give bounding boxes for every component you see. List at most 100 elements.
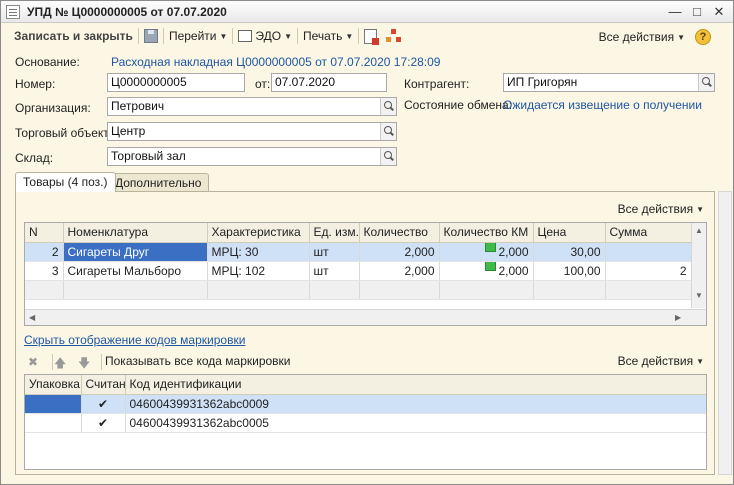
maximize-button[interactable]: □	[687, 3, 707, 21]
basis-label: Основание:	[15, 55, 80, 69]
trade-object-field[interactable]: Центр	[107, 122, 397, 141]
search-icon[interactable]	[698, 74, 714, 91]
cell-char[interactable]: МРЦ: 102	[207, 261, 310, 281]
close-button[interactable]: ✕	[709, 3, 729, 21]
warehouse-field[interactable]: Торговый зал	[107, 147, 397, 166]
cell-pack[interactable]	[25, 394, 82, 414]
col-header-char[interactable]: Характеристика	[207, 223, 310, 243]
tab-additional[interactable]: Дополнительно	[107, 173, 210, 193]
save-icon[interactable]	[143, 29, 158, 43]
exchange-status-link[interactable]: Ожидается извещение о получении	[503, 98, 702, 112]
goods-all-actions-menu[interactable]: Все действия ▼	[618, 202, 704, 216]
structure-tree-icon[interactable]	[386, 29, 402, 43]
all-actions-menu[interactable]: Все действия ▼	[599, 30, 685, 44]
table-row[interactable]: 3 Сигареты Мальборо МРЦ: 102 шт 2,000 2,…	[25, 261, 692, 281]
goods-all-actions-label: Все действия	[617, 202, 694, 216]
cell-price[interactable]: 100,00	[533, 261, 606, 281]
goods-vertical-scrollbar[interactable]: ▲ ▼	[691, 223, 706, 308]
cell-n: 2	[25, 242, 64, 262]
show-all-codes-button[interactable]: Показывать все кода маркировки	[105, 354, 291, 368]
table-row[interactable]: ✔ 04600439931362abc0009	[25, 394, 706, 414]
search-icon[interactable]	[380, 148, 396, 165]
title-bar: УПД № Ц0000000005 от 07.07.2020 — □ ✕	[1, 1, 733, 23]
table-row[interactable]: 2 Сигареты Друг МРЦ: 30 шт 2,000 2,000 3…	[25, 242, 692, 262]
cell-qty-km[interactable]: 2,000	[439, 242, 534, 262]
cell-qty-km-value: 2,000	[498, 263, 529, 278]
counterparty-field[interactable]: ИП Григорян	[503, 73, 715, 92]
help-icon[interactable]: ?	[695, 29, 711, 45]
cell-qty[interactable]: 2,000	[359, 261, 440, 281]
marking-code-icon	[485, 242, 497, 252]
edo-menu[interactable]: ЭДО ▼	[238, 29, 292, 43]
save-close-button[interactable]: Записать и закрыть	[14, 29, 133, 43]
org-field[interactable]: Петрович	[107, 97, 397, 116]
cell-qty-km[interactable]: 2,000	[439, 261, 534, 281]
number-field[interactable]: Ц0000000005	[107, 73, 245, 92]
cell-code[interactable]: 04600439931362abc0005	[125, 413, 706, 433]
cell-read-checkmark[interactable]: ✔	[81, 413, 126, 433]
cell-char[interactable]: МРЦ: 30	[207, 242, 310, 262]
col-header-n[interactable]: N	[25, 223, 64, 243]
counterparty-value: ИП Григорян	[507, 75, 578, 89]
tab-goods[interactable]: Товары (4 поз.)	[15, 172, 116, 192]
document-report-icon[interactable]	[364, 28, 380, 45]
cell-name[interactable]: Сигареты Друг	[63, 242, 208, 262]
cell-name[interactable]: Сигареты Мальборо	[63, 261, 208, 281]
basis-link[interactable]: Расходная накладная Ц0000000005 от 07.07…	[111, 55, 440, 69]
col-header-qty-km[interactable]: Количество КМ	[439, 223, 534, 243]
exchange-label: Состояние обмена:	[404, 98, 513, 112]
search-icon[interactable]	[380, 123, 396, 140]
cell-unit[interactable]: шт	[309, 242, 360, 262]
chevron-down-icon: ▼	[284, 31, 293, 41]
document-icon	[6, 4, 20, 19]
hide-marking-codes-link[interactable]: Скрыть отображение кодов маркировки	[24, 333, 245, 347]
chevron-down-icon: ▼	[677, 32, 685, 42]
col-header-read[interactable]: Считан	[81, 375, 126, 395]
col-header-unit[interactable]: Ед. изм.	[309, 223, 360, 243]
cell-sum[interactable]: 2	[605, 261, 692, 281]
col-header-pack[interactable]: Упаковка	[25, 375, 82, 395]
minimize-button[interactable]: —	[665, 3, 685, 21]
scroll-down-icon[interactable]: ▼	[695, 291, 703, 300]
cell-code[interactable]: 04600439931362abc0009	[125, 394, 706, 414]
cell-n: 3	[25, 261, 64, 281]
cell-price[interactable]: 30,00	[533, 242, 606, 262]
cell-read-checkmark[interactable]: ✔	[81, 394, 126, 414]
move-up-icon[interactable]: 🡅	[54, 354, 66, 375]
scroll-left-icon[interactable]: ◀	[29, 313, 35, 322]
counterparty-label: Контрагент:	[404, 77, 470, 91]
date-field[interactable]: 07.07.2020	[271, 73, 387, 92]
scroll-up-icon[interactable]: ▲	[695, 226, 703, 235]
chevron-down-icon: ▼	[696, 204, 704, 214]
col-header-name[interactable]: Номенклатура	[63, 223, 208, 243]
goto-menu[interactable]: Перейти ▼	[169, 29, 227, 43]
marking-all-actions-menu[interactable]: Все действия ▼	[618, 354, 704, 368]
cell-unit[interactable]: шт	[309, 261, 360, 281]
window-title: УПД № Ц0000000005 от 07.07.2020	[27, 4, 227, 19]
table-row[interactable]: ✔ 04600439931362abc0005	[25, 413, 706, 433]
cell-pack[interactable]	[25, 413, 82, 433]
scroll-right-icon[interactable]: ▶	[675, 313, 681, 322]
col-header-price[interactable]: Цена	[533, 223, 606, 243]
cell-qty[interactable]: 2,000	[359, 242, 440, 262]
cell-sum[interactable]	[605, 242, 692, 262]
goods-horizontal-scrollbar[interactable]: ◀ ▶	[25, 309, 706, 325]
toolbar: Записать и закрыть Перейти ▼ ЭДО ▼ Печать ▼…	[1, 24, 733, 48]
goods-panel: Все действия ▼ N Номенклатура Характерист…	[15, 191, 715, 475]
col-header-sum[interactable]: Сумма	[605, 223, 692, 243]
print-menu[interactable]: Печать ▼	[303, 29, 353, 43]
goto-label: Перейти	[168, 29, 217, 43]
col-header-code[interactable]: Код идентификации	[125, 375, 706, 395]
delete-icon[interactable]: ✖	[28, 355, 38, 369]
marking-code-icon	[485, 261, 497, 271]
edo-label: ЭДО	[255, 29, 282, 43]
trade-object-value: Центр	[111, 124, 146, 138]
search-icon[interactable]	[380, 98, 396, 115]
cell-qty-km-value: 2,000	[498, 244, 529, 259]
chevron-down-icon: ▼	[696, 356, 704, 366]
number-label: Номер:	[15, 77, 56, 91]
move-down-icon[interactable]: 🡇	[78, 354, 90, 375]
col-header-qty[interactable]: Количество	[359, 223, 440, 243]
marking-all-actions-label: Все действия	[617, 354, 694, 368]
form-vertical-scrollbar[interactable]	[718, 191, 732, 475]
